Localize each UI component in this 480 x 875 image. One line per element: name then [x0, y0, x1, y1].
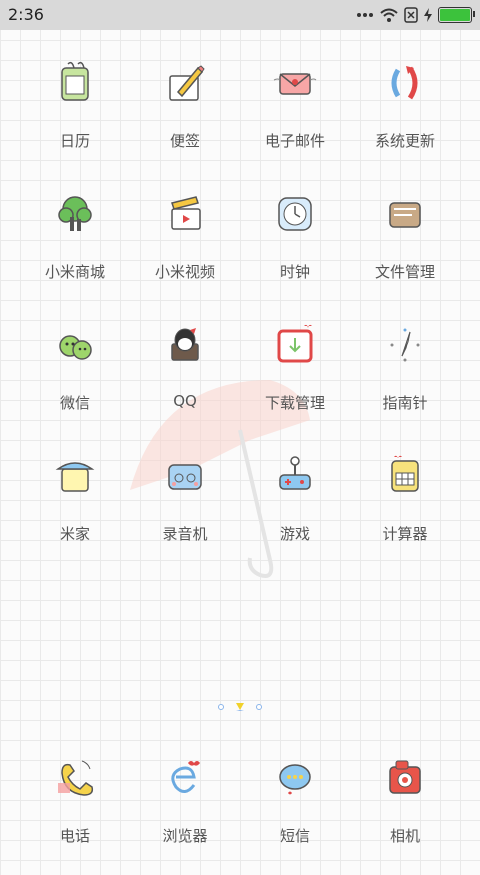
app-label: 米家: [59, 525, 90, 543]
status-time: 2:36: [8, 5, 44, 24]
folder-icon: [389, 202, 421, 228]
app-notes[interactable]: 便签: [130, 50, 240, 180]
notes-icon: [169, 65, 205, 101]
compass-icon: [390, 328, 420, 362]
app-game[interactable]: 游戏: [240, 443, 350, 573]
app-camera[interactable]: 相机: [350, 745, 460, 875]
app-label: 微信: [59, 394, 90, 412]
store-icon: [58, 196, 92, 231]
app-label: 下载管理: [264, 394, 325, 412]
app-phone[interactable]: 电话: [20, 745, 130, 875]
app-compass[interactable]: 指南针: [350, 312, 460, 442]
page-dot-active[interactable]: [236, 703, 244, 711]
app-calculator[interactable]: 计算器: [350, 443, 460, 573]
app-label: 浏览器: [162, 827, 208, 845]
camera-icon: [389, 760, 421, 794]
update-icon: [391, 66, 418, 100]
no-sim-icon: [404, 7, 418, 23]
page-indicator: [218, 703, 262, 711]
email-icon: [273, 73, 317, 95]
app-label: QQ: [173, 392, 197, 410]
app-label: 录音机: [162, 525, 208, 543]
messages-icon: [279, 764, 311, 795]
app-mi-home[interactable]: 米家: [20, 443, 130, 573]
app-label: 指南针: [382, 394, 428, 412]
app-label: 电话: [59, 827, 90, 845]
app-messages[interactable]: 短信: [240, 745, 350, 875]
app-label: 短信: [279, 827, 310, 845]
page-dot[interactable]: [218, 704, 224, 710]
app-label: 电子邮件: [264, 132, 325, 150]
app-email[interactable]: 电子邮件: [240, 50, 350, 180]
app-label: 日历: [59, 132, 90, 150]
app-label: 时钟: [279, 263, 310, 281]
download-icon: [277, 324, 313, 363]
recorder-icon: [168, 464, 202, 490]
page-dot[interactable]: [256, 704, 262, 710]
dots-icon: [357, 13, 373, 17]
mihome-icon: [55, 462, 95, 492]
game-icon: [279, 456, 311, 490]
app-label: 小米视频: [154, 263, 215, 281]
app-clock[interactable]: 时钟: [240, 181, 350, 311]
video-icon: [171, 196, 201, 230]
qq-icon: [171, 328, 199, 361]
app-file-manager[interactable]: 文件管理: [350, 181, 460, 311]
app-label: 文件管理: [374, 263, 435, 281]
app-system-update[interactable]: 系统更新: [350, 50, 460, 180]
charging-icon: [424, 8, 432, 22]
app-mi-video[interactable]: 小米视频: [130, 181, 240, 311]
app-label: 系统更新: [374, 132, 435, 150]
app-label: 相机: [389, 827, 420, 845]
app-label: 计算器: [382, 525, 428, 543]
app-download-manager[interactable]: 下载管理: [240, 312, 350, 442]
app-label: 便签: [169, 132, 200, 150]
app-browser[interactable]: 浏览器: [130, 745, 240, 875]
battery-icon: [438, 7, 475, 23]
browser-icon: [171, 761, 200, 793]
status-bar: 2:36: [0, 0, 480, 30]
app-mi-store[interactable]: 小米商城: [20, 181, 130, 311]
wechat-icon: [59, 335, 92, 360]
app-label: 小米商城: [44, 263, 105, 281]
calculator-icon: [391, 455, 419, 492]
status-icons: [356, 5, 475, 25]
calendar-icon: [61, 61, 89, 101]
app-recorder[interactable]: 录音机: [130, 443, 240, 573]
wifi-icon: [380, 8, 398, 22]
app-wechat[interactable]: 微信: [20, 312, 130, 442]
app-qq[interactable]: QQ: [130, 312, 240, 442]
clock-icon: [278, 197, 312, 231]
phone-icon: [58, 760, 94, 796]
app-label: 游戏: [279, 525, 310, 543]
app-calendar[interactable]: 日历: [20, 50, 130, 180]
dock: 电话 浏览器 短信 相机: [20, 745, 460, 853]
